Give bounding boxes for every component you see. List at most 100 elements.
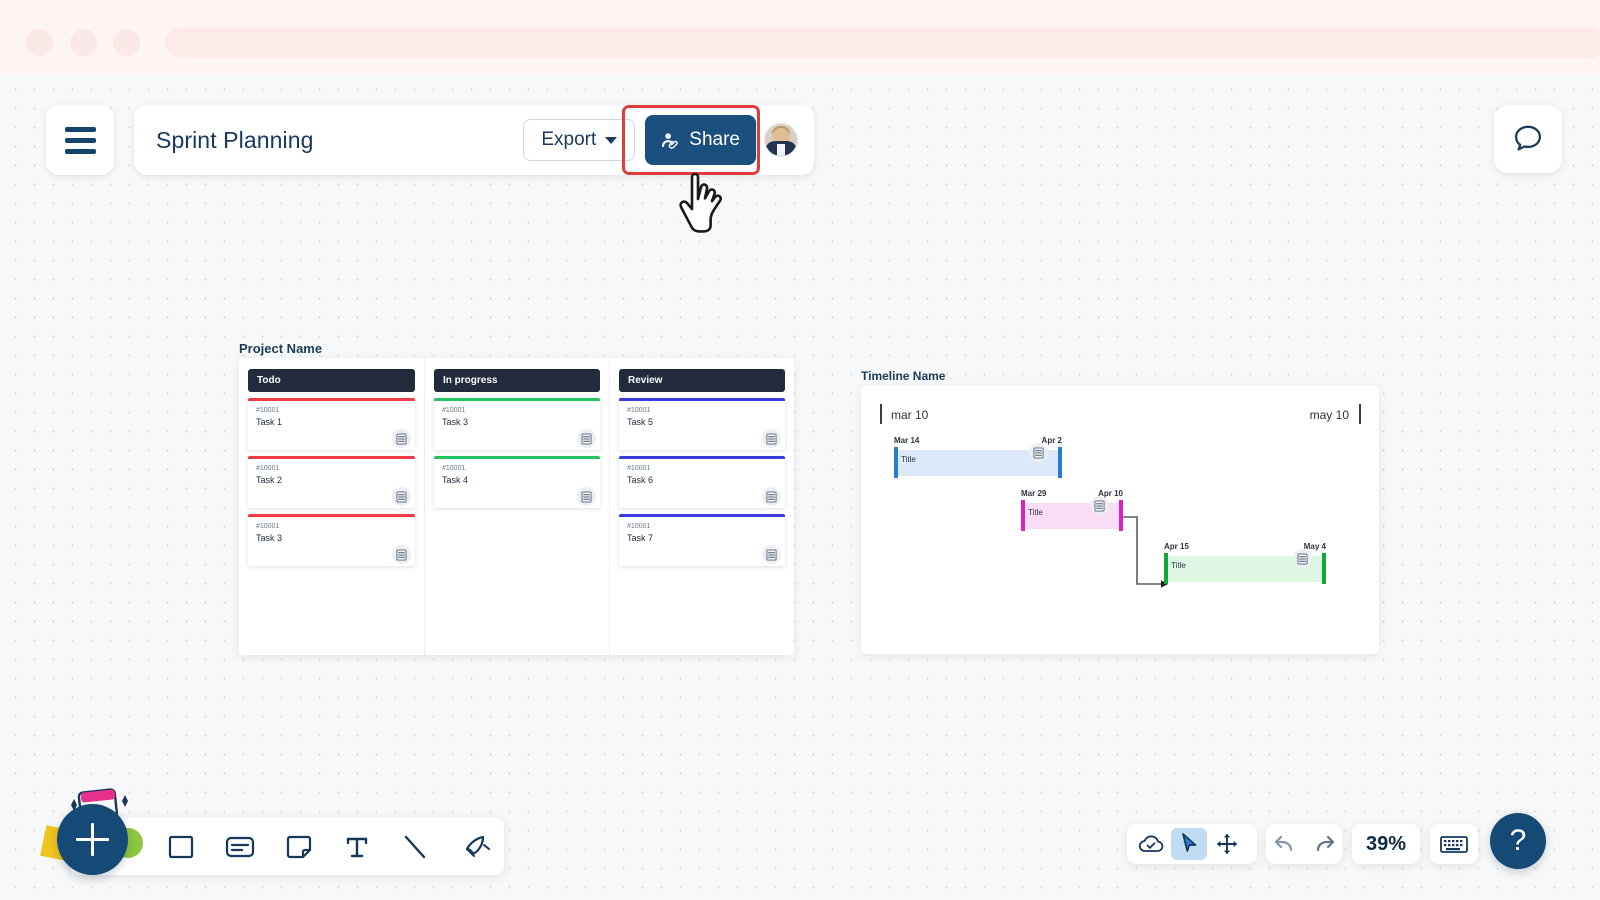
timeline-task[interactable]: Apr 15 May 4 Title — [1164, 542, 1326, 588]
kanban-card[interactable]: #10001 Task 3 — [248, 514, 415, 566]
card-title: Task 7 — [627, 533, 654, 543]
timeline-task-start-date: Apr 15 — [1164, 542, 1189, 551]
comments-button[interactable] — [1494, 105, 1562, 173]
card-accent-stripe — [434, 456, 600, 459]
add-button[interactable] — [57, 804, 128, 875]
export-label: Export — [541, 129, 597, 150]
timeline-task-end-date: Apr 2 — [1041, 436, 1062, 445]
speech-bubble-icon — [1514, 125, 1542, 151]
person-attach-icon — [662, 132, 679, 149]
shape-square-icon[interactable] — [166, 832, 196, 862]
undo-icon[interactable] — [1266, 828, 1301, 860]
hamburger-icon — [64, 137, 96, 143]
card-id: #10001 — [256, 407, 280, 414]
address-bar[interactable] — [165, 27, 1600, 58]
kanban-board[interactable]: Todo #10001 Task 1 #10001 Task 2 #10001 Task 3… — [239, 358, 794, 655]
chrome-dot-close[interactable] — [26, 29, 53, 56]
timeline-axis-end-label: may 10 — [1309, 408, 1349, 422]
database-icon[interactable] — [762, 487, 781, 506]
kanban-card[interactable]: #10001 Task 7 — [619, 514, 785, 566]
hamburger-menu-button[interactable] — [46, 105, 114, 175]
database-icon[interactable] — [392, 487, 411, 506]
card-id: #10001 — [256, 523, 280, 530]
card-id: #10001 — [442, 465, 466, 472]
database-icon[interactable] — [392, 545, 411, 564]
database-icon[interactable] — [762, 429, 781, 448]
share-label: Share — [689, 129, 740, 150]
timeline-task-end-cap — [1058, 447, 1062, 478]
card-id: #10001 — [627, 465, 651, 472]
kanban-card[interactable]: #10001 Task 5 — [619, 398, 785, 450]
card-accent-stripe — [248, 398, 415, 401]
timeline-axis-end-marker — [1359, 404, 1361, 424]
card-accent-stripe — [619, 456, 785, 459]
database-icon[interactable] — [1090, 496, 1109, 515]
kanban-column-header: Todo — [248, 369, 415, 392]
avatar[interactable] — [764, 123, 798, 157]
card-accent-stripe — [619, 398, 785, 401]
timeline-axis-start-marker — [880, 404, 882, 424]
timeline-task-start-cap — [1164, 553, 1168, 584]
page-title[interactable]: Sprint Planning — [156, 127, 523, 154]
browser-chrome — [0, 0, 1600, 74]
card-accent-stripe — [619, 514, 785, 517]
redo-icon[interactable] — [1307, 828, 1342, 860]
kanban-column[interactable]: Review #10001 Task 5 #10001 Task 6 #10001 Task… — [609, 358, 794, 655]
help-button[interactable]: ? — [1490, 813, 1546, 869]
card-icon[interactable] — [224, 832, 256, 862]
card-title: Task 1 — [256, 417, 283, 427]
export-button[interactable]: Export — [523, 119, 636, 161]
text-icon[interactable] — [342, 832, 372, 862]
timeline-board[interactable]: mar 10 may 10 Mar 14 Apr 2 Title Mar 29 Apr … — [861, 386, 1379, 654]
database-icon[interactable] — [1029, 443, 1048, 462]
kanban-column-header: Review — [619, 369, 785, 392]
card-title: Task 3 — [442, 417, 469, 427]
kanban-card[interactable]: #10001 Task 1 — [248, 398, 415, 450]
timeline-task[interactable]: Mar 14 Apr 2 Title — [894, 436, 1062, 482]
card-accent-stripe — [434, 398, 600, 401]
card-title: Task 4 — [442, 475, 469, 485]
chevron-down-icon — [605, 136, 618, 144]
cursor-select-icon[interactable] — [1171, 828, 1207, 860]
timeline-task-title: Title — [901, 455, 916, 464]
chrome-dot-minimize[interactable] — [70, 29, 97, 56]
timeline-axis-start-label: mar 10 — [891, 408, 929, 422]
keyboard-shortcuts-button[interactable] — [1430, 824, 1478, 864]
database-icon[interactable] — [392, 429, 411, 448]
timeline-task-start-cap — [894, 447, 898, 478]
timeline-task-title: Title — [1171, 561, 1186, 570]
timeline-task-start-date: Mar 29 — [1021, 489, 1047, 498]
history-group — [1266, 824, 1342, 864]
card-id: #10001 — [442, 407, 466, 414]
kanban-column[interactable]: Todo #10001 Task 1 #10001 Task 2 #10001 Task 3 — [239, 358, 424, 655]
pen-icon[interactable] — [458, 832, 490, 862]
kanban-card[interactable]: #10001 Task 2 — [248, 456, 415, 508]
card-title: Task 5 — [627, 417, 654, 427]
card-id: #10001 — [627, 407, 651, 414]
timeline-task-end-cap — [1322, 553, 1326, 584]
hamburger-icon — [64, 126, 96, 132]
move-pan-icon[interactable] — [1209, 828, 1245, 860]
database-icon[interactable] — [577, 429, 596, 448]
card-accent-stripe — [248, 456, 415, 459]
timeline-task-title: Title — [1028, 508, 1043, 517]
chrome-dot-maximize[interactable] — [113, 29, 140, 56]
database-icon[interactable] — [762, 545, 781, 564]
timeline-task[interactable]: Mar 29 Apr 10 Title — [1021, 489, 1123, 535]
timeline-task-start-date: Mar 14 — [894, 436, 920, 445]
cloud-saved-icon[interactable] — [1133, 828, 1169, 860]
zoom-control[interactable]: 39% — [1352, 824, 1420, 864]
kanban-card[interactable]: #10001 Task 4 — [434, 456, 600, 508]
kanban-column[interactable]: In progress #10001 Task 3 #10001 Task 4 — [424, 358, 609, 655]
sticky-note-icon[interactable] — [284, 832, 314, 862]
card-id: #10001 — [627, 523, 651, 530]
share-button[interactable]: Share — [645, 115, 756, 165]
kanban-card[interactable]: #10001 Task 6 — [619, 456, 785, 508]
line-icon[interactable] — [400, 832, 430, 862]
database-icon[interactable] — [1293, 549, 1312, 568]
database-icon[interactable] — [577, 487, 596, 506]
help-label: ? — [1509, 824, 1527, 857]
card-title: Task 2 — [256, 475, 283, 485]
kanban-card[interactable]: #10001 Task 3 — [434, 398, 600, 450]
timeline-task-start-cap — [1021, 500, 1025, 531]
